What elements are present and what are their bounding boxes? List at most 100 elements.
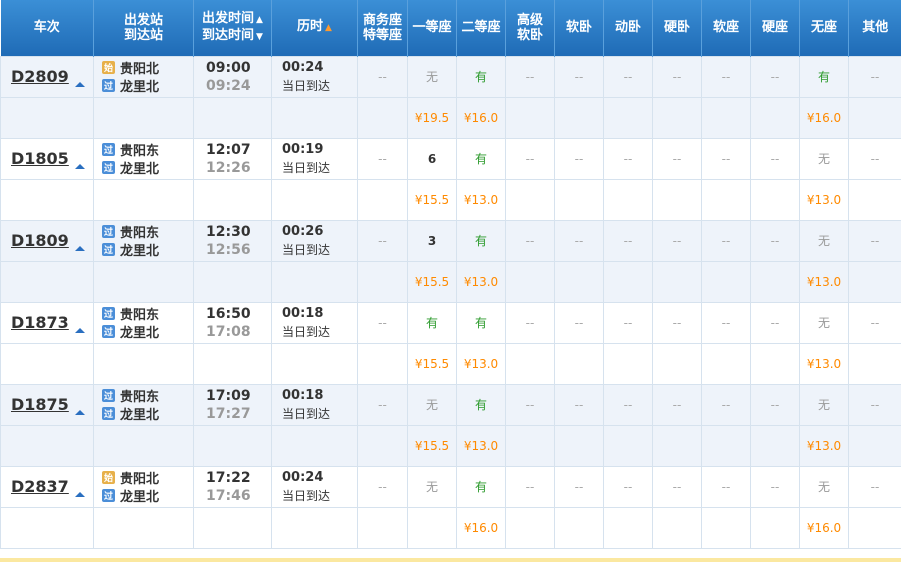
expand-stops-icon[interactable] — [74, 246, 85, 251]
expand-stops-icon[interactable] — [74, 410, 85, 415]
seat-availability-cell: -- — [603, 219, 653, 262]
train-number-link[interactable]: D1809 — [11, 231, 69, 250]
sort-up-icon[interactable]: ▲ — [325, 23, 332, 33]
seat-availability-cell: -- — [505, 465, 555, 508]
seat-availability: -- — [574, 479, 584, 494]
price-cell: ¥13.0 — [799, 342, 849, 385]
seat-availability: 有 — [474, 234, 487, 248]
train-number-cell[interactable]: D2809 — [0, 55, 94, 98]
seat-availability: -- — [525, 315, 535, 330]
expand-stops-icon[interactable] — [74, 492, 85, 497]
arrival-note: 当日到达 — [282, 78, 331, 93]
price-cell-empty — [93, 424, 194, 467]
price-cell — [357, 178, 408, 221]
seat-availability-cell[interactable]: 3 — [407, 219, 457, 262]
seat-availability: -- — [721, 233, 731, 248]
seat-availability: -- — [721, 397, 731, 412]
price-cell-empty — [193, 342, 272, 385]
seat-availability-cell[interactable]: 有 — [456, 383, 506, 426]
train-number-cell[interactable]: D1873 — [0, 301, 94, 344]
price-cell: ¥13.0 — [799, 260, 849, 303]
seat-availability-cell[interactable]: 有 — [799, 55, 849, 98]
price-cell — [848, 178, 901, 221]
price-cell-empty — [93, 260, 194, 303]
train-row: D1875 过贵阳东 过龙里北 17:09 17:27 00:18 当日到达 -… — [0, 383, 901, 426]
seat-availability-cell: -- — [603, 137, 653, 180]
seat-availability-cell: -- — [750, 137, 800, 180]
duration-value: 00:26 — [282, 223, 324, 239]
seat-availability: 3 — [427, 233, 437, 248]
price-cell — [554, 342, 604, 385]
seat-availability-cell: -- — [750, 301, 800, 344]
from-station: 贵阳东 — [120, 226, 160, 241]
sort-up-icon[interactable]: ▲ — [256, 15, 263, 25]
price-cell — [505, 506, 555, 549]
expand-stops-icon[interactable] — [74, 164, 85, 169]
train-number-cell[interactable]: D2837 — [0, 465, 94, 508]
from-station: 贵阳北 — [120, 472, 160, 487]
seat-availability-cell: -- — [652, 383, 702, 426]
seat-availability-cell[interactable]: 有 — [456, 219, 506, 262]
seat-availability-cell: -- — [848, 219, 901, 262]
arrival-time: 17:46 — [206, 487, 251, 504]
seat-availability: -- — [770, 233, 780, 248]
price-cell — [701, 506, 751, 549]
train-number-cell[interactable]: D1809 — [0, 219, 94, 262]
price-cell — [505, 178, 555, 221]
seat-availability: -- — [525, 151, 535, 166]
seat-availability: -- — [378, 479, 387, 494]
header-times[interactable]: 出发时间 ▲ 到达时间 ▼ — [193, 0, 272, 56]
pass-badge-icon: 过 — [102, 243, 115, 256]
header-no-seat: 无座 — [799, 0, 849, 56]
seat-availability: -- — [770, 397, 780, 412]
seat-availability: -- — [525, 479, 535, 494]
seat-availability-cell[interactable]: 有 — [456, 301, 506, 344]
price-cell — [505, 260, 555, 303]
expand-stops-icon[interactable] — [74, 328, 85, 333]
price-cell — [750, 424, 800, 467]
seat-availability-cell[interactable]: 有 — [456, 465, 506, 508]
header-duration[interactable]: 历时 ▲ — [271, 0, 358, 56]
seat-availability-cell: -- — [848, 301, 901, 344]
seat-availability-cell[interactable]: 有 — [407, 301, 457, 344]
price-cell-empty — [271, 178, 358, 221]
train-number-link[interactable]: D2809 — [11, 67, 69, 86]
train-number-link[interactable]: D1873 — [11, 313, 69, 332]
train-number-cell[interactable]: D1875 — [0, 383, 94, 426]
arrival-time: 12:26 — [206, 159, 251, 176]
train-row: D1809 过贵阳东 过龙里北 12:30 12:56 00:26 当日到达 -… — [0, 219, 901, 262]
price-cell — [848, 342, 901, 385]
seat-price: ¥13.0 — [463, 438, 499, 453]
seat-availability: -- — [672, 315, 682, 330]
price-cell — [848, 96, 901, 139]
arrival-time: 09:24 — [206, 77, 251, 94]
train-number-link[interactable]: D1875 — [11, 395, 69, 414]
price-cell: ¥16.0 — [799, 96, 849, 139]
seat-availability-cell[interactable]: 6 — [407, 137, 457, 180]
seat-availability: -- — [721, 151, 731, 166]
seat-availability-cell[interactable]: 有 — [456, 137, 506, 180]
expand-stops-icon[interactable] — [74, 82, 85, 87]
seat-availability-cell: -- — [603, 465, 653, 508]
price-cell — [603, 96, 653, 139]
seat-availability-cell: 无 — [799, 383, 849, 426]
train-number-link[interactable]: D2837 — [11, 477, 69, 496]
seat-price: ¥16.0 — [463, 110, 499, 125]
departure-time: 16:50 — [206, 305, 251, 322]
sort-down-icon[interactable]: ▼ — [256, 32, 263, 42]
train-number-cell[interactable]: D1805 — [0, 137, 94, 180]
seat-availability-cell[interactable]: 有 — [456, 55, 506, 98]
seat-availability-cell: -- — [505, 219, 555, 262]
price-cell — [750, 342, 800, 385]
seat-availability-cell: -- — [652, 137, 702, 180]
stations-cell: 过贵阳东 过龙里北 — [93, 301, 194, 344]
header-station-bottom: 到达站 — [123, 27, 163, 43]
price-cell: ¥15.5 — [407, 178, 457, 221]
to-station: 龙里北 — [120, 80, 160, 95]
price-cell — [554, 506, 604, 549]
price-cell — [554, 96, 604, 139]
train-number-link[interactable]: D1805 — [11, 149, 69, 168]
price-cell — [652, 506, 702, 549]
seat-availability-cell: 无 — [407, 55, 457, 98]
seat-price: ¥15.5 — [414, 192, 450, 207]
